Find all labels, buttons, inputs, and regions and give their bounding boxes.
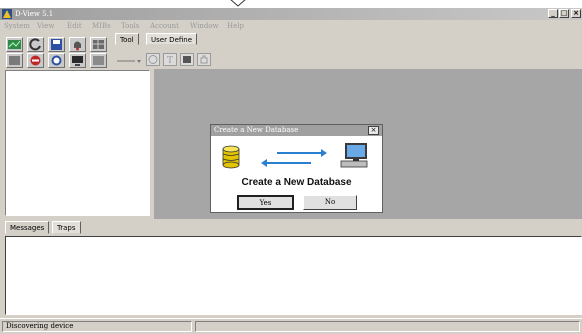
disabled-icon[interactable] [90,53,107,68]
menu-mibs[interactable]: MIBs [92,20,111,32]
image-tool-icon[interactable] [180,53,194,66]
dialog-heading: Create a New Database [241,177,352,188]
stop-icon[interactable] [27,53,44,68]
menu-help[interactable]: Help [227,20,244,32]
database-icon [222,145,240,169]
create-database-dialog: Create a New Database × Create a New Dat… [210,124,383,213]
bell-icon[interactable] [69,37,86,52]
menu-bar: System View Edit MIBs Tools Account Wind… [0,20,582,32]
window-title: D-View 5.1 [15,10,54,18]
status-bar: Discovering device [0,318,582,334]
tab-messages[interactable]: Messages [5,221,50,234]
svg-text:T: T [167,56,173,65]
chevron-down-icon [230,0,246,7]
tab-user-define[interactable]: User Define [146,33,198,45]
toolbar: Tool User Define T [0,32,582,70]
status-panel-secondary [195,321,580,332]
app-logo-icon [2,9,12,19]
dialog-title: Create a New Database [214,126,299,134]
status-text: Discovering device [6,322,74,330]
save-icon[interactable] [48,37,65,52]
status-panel-main: Discovering device [2,321,192,332]
tab-tool[interactable]: Tool [115,33,139,45]
ellipse-tool-icon[interactable] [146,53,160,66]
menu-edit[interactable]: Edit [67,20,82,32]
app-window: D-View 5.1 _ □ × System View Edit MIBs T… [0,0,582,334]
refresh-icon[interactable] [27,37,44,52]
menu-view[interactable]: View [37,20,54,32]
device-list-icon[interactable] [6,53,23,68]
menu-window[interactable]: Window [190,20,219,32]
device-tree-pane[interactable] [5,70,150,216]
yes-button[interactable]: Yes [237,195,294,210]
close-button[interactable]: × [571,9,581,18]
menu-system[interactable]: System [4,20,30,32]
menu-tools[interactable]: Tools [121,20,139,32]
text-tool-icon[interactable]: T [163,53,177,66]
menu-account[interactable]: Account [150,20,179,32]
messages-area[interactable] [5,236,582,315]
minimize-button[interactable]: _ [548,9,558,18]
line-tool-icon[interactable] [117,56,143,66]
title-bar: D-View 5.1 _ □ × [0,8,582,20]
transfer-arrows-icon [261,149,327,167]
topology-icon[interactable] [6,37,23,52]
monitor-icon[interactable] [69,53,86,68]
hand-tool-icon[interactable] [197,53,211,66]
clock-icon[interactable] [48,53,65,68]
no-button[interactable]: No [303,195,357,210]
maximize-button[interactable]: □ [559,9,569,18]
dialog-title-bar: Create a New Database × [211,125,382,136]
dialog-close-button[interactable]: × [368,126,379,135]
computer-icon [340,143,368,168]
grid-icon[interactable] [90,37,107,52]
tab-traps[interactable]: Traps [52,221,81,234]
